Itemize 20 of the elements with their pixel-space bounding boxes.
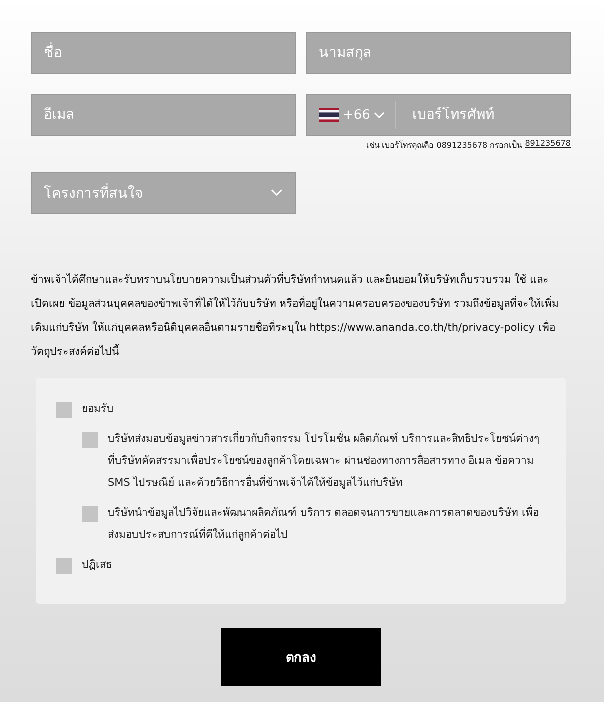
- text-field[interactable]: นามสกุล: [306, 32, 571, 74]
- phone-hint: เช่น เบอร์โทรคุณคือ 0891235678 กรอกเป็น: [366, 139, 522, 152]
- consent-paragraph: ข้าพเจ้าได้ศึกษาและรับทราบนโยบายความเป็นส่วนตัวที่บริษัทกำหนดแล้ว และยินยอมให้บริษัทเก็บรวบรวม ใช้ และเปิดเผย ข้อมูลส่วนบุคคลของข้าพเจ้าที่ได้ให้ไว้กับบริษัท หรือที่อยู่ในความครอบครองของบริษัท รวมถึงข้อมูลที่จะให้เพิ่มเติมแก่บริษัท ให้แก่บุคคลหรือนิติบุคคลอื่นตามรายชื่อที่ระบุใน https://www.ananda.co.th/th/privacy-policy เพื่อวัตถุประสงค์ต่อไปนี้: [31, 271, 560, 360]
- chevron-down-icon: [271, 189, 283, 197]
- checkbox[interactable]: [56, 558, 72, 574]
- country-code-dropdown[interactable]: +66: [319, 101, 396, 129]
- text-field[interactable]: ชื่อ: [31, 32, 296, 74]
- flag-icon: [319, 108, 339, 122]
- checkbox[interactable]: [56, 402, 72, 418]
- checkbox[interactable]: [82, 432, 98, 448]
- checkbox[interactable]: [82, 506, 98, 522]
- checkbox-label: บริษัทส่งมอบข้อมูลข่าวสารเกี่ยวกับกิจกรรม โปรโมชั่น ผลิตภัณฑ์ บริการและสิทธิประโยชน์ต่างๆ ที่บริษัทคัดสรรมาเพื่อประโยชน์ของลูกค้าโดยเฉพาะ ผ่านช่องทางการสื่อสารทาง อีเมล ข้อความ SMS ไปรษณีย์ และด้วยวิธีการอื่นที่ข้าพเจ้าได้ให้ข้อมูลไว้แก่บริษัท: [108, 430, 542, 491]
- text-field[interactable]: อีเมล: [31, 94, 296, 136]
- checkbox-label: บริษัทนำข้อมูลไปวิจัยและพัฒนาผลิตภัณฑ์ บริการ ตลอดจนการขายและการตลาดของบริษัท เพื่อส่งมอบประสบการณ์ที่ดีให้แก่ลูกค้าต่อไป: [108, 504, 540, 543]
- submit-button[interactable]: ตกลง: [221, 628, 381, 686]
- project-select[interactable]: โครงการที่สนใจ: [31, 172, 296, 214]
- checkbox-label: ปฏิเสธ: [82, 558, 112, 573]
- checkbox-label: ยอมรับ: [82, 402, 114, 417]
- chevron-down-icon: [374, 112, 386, 118]
- phone-example: 891235678: [525, 139, 571, 150]
